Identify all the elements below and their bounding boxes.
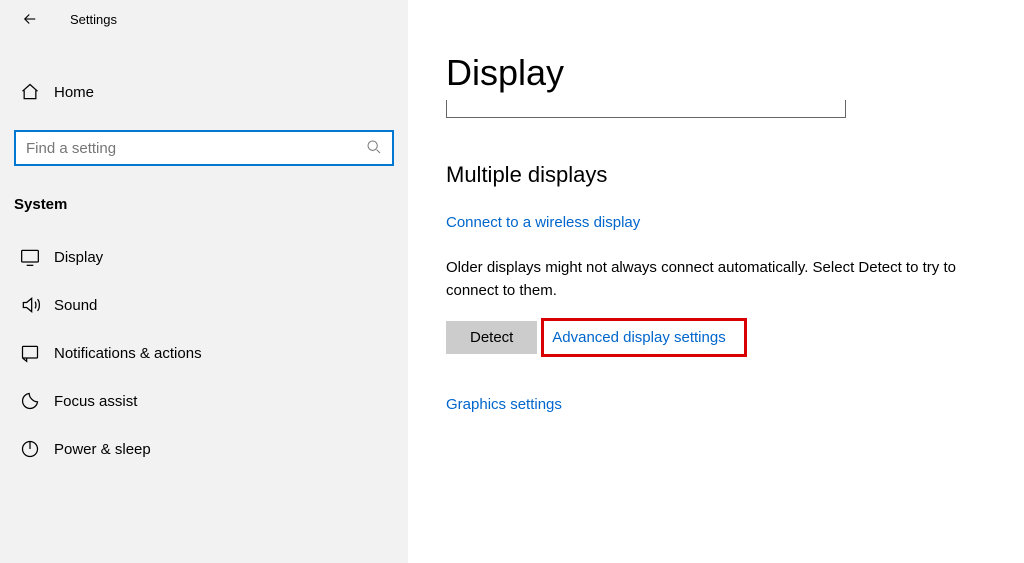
nav-notifications-label: Notifications & actions (54, 345, 202, 362)
home-icon (14, 82, 46, 102)
multiple-displays-heading: Multiple displays (446, 162, 1010, 188)
display-icon (14, 247, 46, 267)
search-icon (366, 139, 382, 158)
nav-power-label: Power & sleep (54, 441, 151, 458)
connect-wireless-link[interactable]: Connect to a wireless display (446, 214, 640, 231)
search-input[interactable] (26, 140, 366, 157)
nav-sound-label: Sound (54, 297, 97, 314)
nav-notifications[interactable]: Notifications & actions (0, 329, 408, 377)
home-label: Home (54, 84, 94, 101)
home-nav[interactable]: Home (0, 72, 408, 112)
sidebar-header: Settings (0, 0, 408, 38)
main-content: Display Multiple displays Connect to a w… (408, 0, 1024, 563)
nav-focus[interactable]: Focus assist (0, 377, 408, 425)
back-button[interactable] (14, 3, 46, 35)
page-title: Display (446, 52, 1010, 94)
display-arrangement-diagram[interactable] (446, 100, 846, 118)
nav-sound[interactable]: Sound (0, 281, 408, 329)
advanced-display-link[interactable]: Advanced display settings (552, 329, 725, 346)
power-icon (14, 439, 46, 459)
detect-description: Older displays might not always connect … (446, 257, 1010, 302)
nav-display-label: Display (54, 249, 103, 266)
search-box[interactable] (14, 130, 394, 166)
nav-power[interactable]: Power & sleep (0, 425, 408, 473)
back-arrow-icon (21, 10, 39, 28)
graphics-settings-link[interactable]: Graphics settings (446, 396, 562, 413)
sidebar: Settings Home System Display Sound Notif… (0, 0, 408, 563)
notifications-icon (14, 343, 46, 363)
sound-icon (14, 295, 46, 315)
nav-display[interactable]: Display (0, 233, 408, 281)
focus-icon (14, 391, 46, 411)
window-title: Settings (70, 12, 117, 27)
section-title: System (14, 196, 408, 213)
nav-focus-label: Focus assist (54, 393, 137, 410)
detect-button[interactable]: Detect (446, 321, 537, 354)
advanced-link-highlight: Advanced display settings (541, 318, 746, 357)
